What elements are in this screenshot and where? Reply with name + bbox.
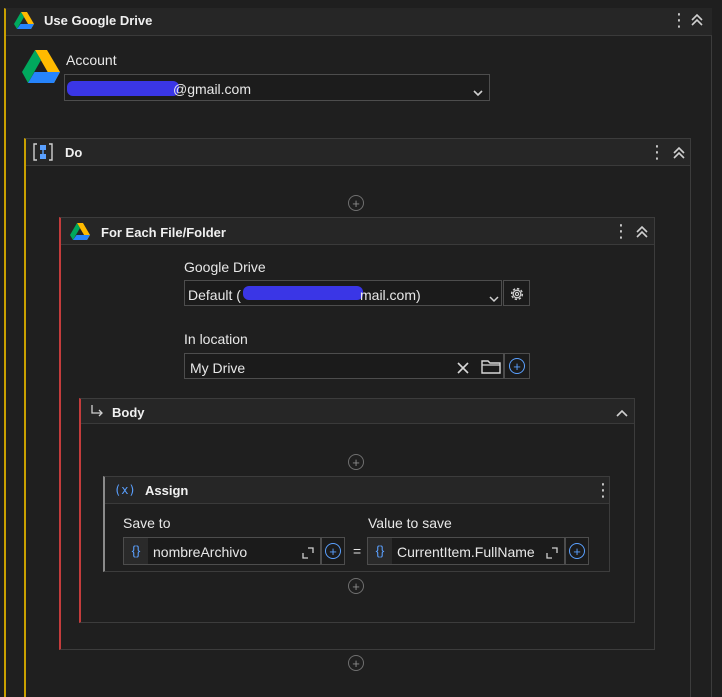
redacted-scribble [67,81,179,96]
plus-icon: + [325,543,341,559]
location-add-button[interactable]: + [504,353,530,379]
google-drive-label: Google Drive [184,259,266,275]
folder-icon[interactable] [481,359,501,374]
value-add-button[interactable]: + [565,537,589,565]
foreach-collapse-icon[interactable] [635,225,649,239]
assign-title: Assign [145,483,189,498]
google-drive-icon [14,12,34,30]
clear-icon[interactable] [457,361,469,374]
expand-icon[interactable] [546,546,558,559]
do-collapse-icon[interactable] [672,146,686,160]
do-title: Do [65,145,83,160]
chevron-down-icon [473,84,483,97]
foreach-drive-icon [70,223,90,241]
equals-sign: = [353,543,362,559]
google-drive-dropdown[interactable]: Default ( mail.com) [184,280,502,306]
save-to-label: Save to [123,515,171,531]
value-to-save-label: Value to save [368,515,452,531]
plus-icon: + [509,358,525,374]
save-to-input[interactable]: {} nombreArchivo [123,537,321,565]
body-title: Body [112,405,145,420]
body-header[interactable] [81,399,634,424]
gear-icon [508,285,526,303]
assign-variable-icon: (x) [114,483,136,497]
use-google-drive-title: Use Google Drive [44,13,153,28]
add-activity-icon[interactable]: + [348,454,364,470]
assign-more-options-icon[interactable]: ⋮ [594,481,612,499]
foreach-title: For Each File/Folder [101,225,226,240]
in-location-input[interactable]: My Drive [184,353,504,379]
save-to-value: nombreArchivo [153,544,248,560]
account-value: @gmail.com [173,81,252,97]
add-activity-icon[interactable]: + [348,655,364,671]
do-more-options-icon[interactable]: ⋮ [648,143,666,161]
brace-icon: {} [124,538,148,564]
redacted-scribble [243,286,363,300]
value-to-save-input[interactable]: {} CurrentItem.FullName [367,537,565,565]
account-label: Account [66,52,117,68]
more-options-icon[interactable]: ⋮ [670,11,688,29]
in-location-label: In location [184,331,248,347]
google-drive-logo-icon [22,50,60,84]
drive-value-prefix: Default ( [188,287,241,303]
foreach-more-options-icon[interactable]: ⋮ [612,222,630,240]
drive-value-suffix: mail.com) [360,287,421,303]
expand-icon[interactable] [302,546,314,559]
add-activity-icon[interactable]: + [348,195,364,211]
save-to-add-button[interactable]: + [321,537,345,565]
add-activity-icon[interactable]: + [348,578,364,594]
sequence-icon [33,143,53,161]
in-location-value: My Drive [190,360,246,376]
chevron-down-icon [489,290,499,303]
body-collapse-icon[interactable] [616,406,628,417]
connection-settings-button[interactable] [503,280,530,306]
plus-icon: + [569,543,585,559]
collapse-icon[interactable] [690,13,704,27]
do-header[interactable] [26,139,690,166]
account-dropdown[interactable]: @gmail.com [64,74,490,101]
branch-arrow-icon [90,404,104,418]
value-to-save-value: CurrentItem.FullName [397,544,535,560]
brace-icon: {} [368,538,392,564]
